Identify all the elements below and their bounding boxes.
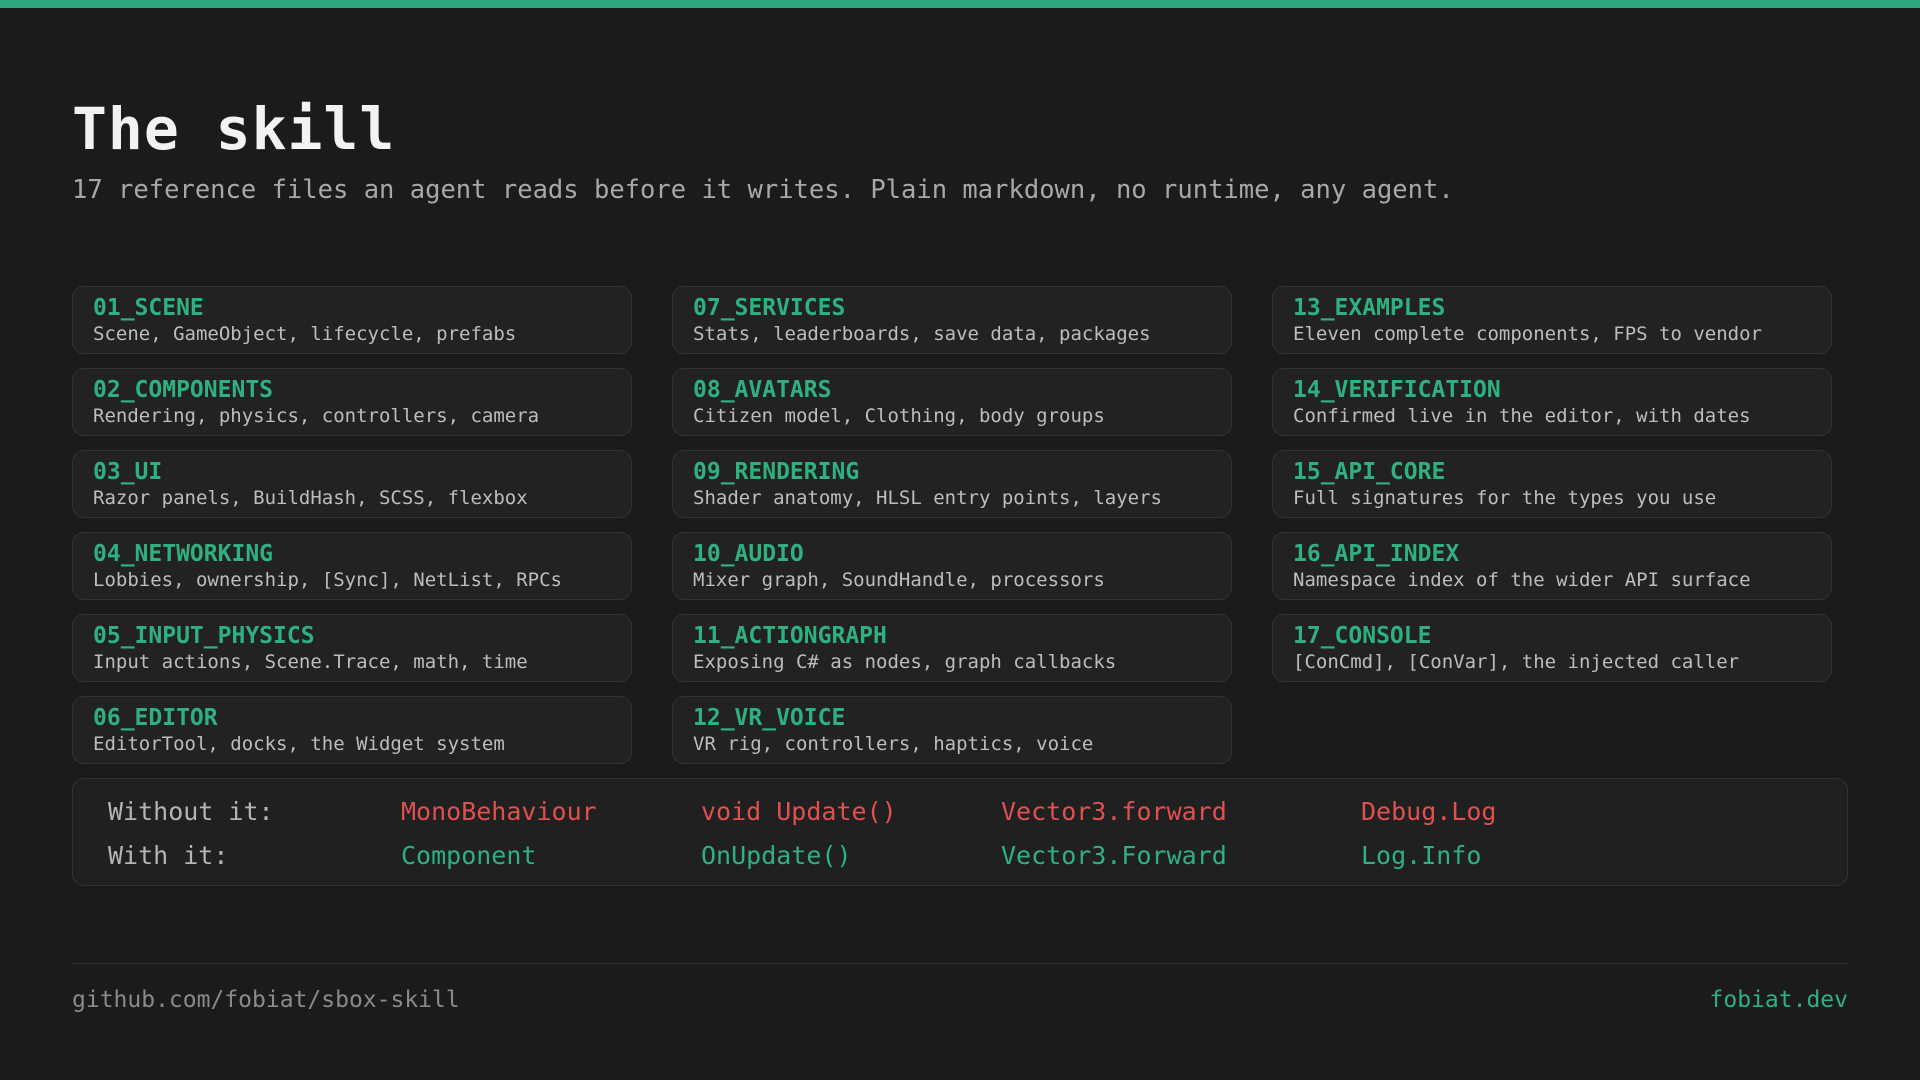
file-description: Confirmed live in the editor, with dates [1293, 405, 1751, 427]
file-description: Lobbies, ownership, [Sync], NetList, RPC… [93, 569, 562, 591]
reference-file-grid: 01_SCENE Scene, GameObject, lifecycle, p… [72, 286, 1832, 764]
file-card-14-verification: 14_VERIFICATION Confirmed live in the ed… [1272, 368, 1832, 436]
with-term: OnUpdate() [701, 841, 852, 870]
comparison-row-with: With it: Component OnUpdate() Vector3.Fo… [73, 839, 1847, 873]
file-card-03-ui: 03_UI Razor panels, BuildHash, SCSS, fle… [72, 450, 632, 518]
without-term: Debug.Log [1361, 797, 1497, 826]
file-description: Eleven complete components, FPS to vendo… [1293, 323, 1762, 345]
with-term: Log.Info [1361, 841, 1482, 870]
file-description: Scene, GameObject, lifecycle, prefabs [93, 323, 517, 345]
file-card-10-audio: 10_AUDIO Mixer graph, SoundHandle, proce… [672, 532, 1232, 600]
with-term: Vector3.Forward [1001, 841, 1227, 870]
file-name: 06_EDITOR [93, 705, 218, 731]
file-card-05-input-physics: 05_INPUT_PHYSICS Input actions, Scene.Tr… [72, 614, 632, 682]
file-name: 15_API_CORE [1293, 459, 1446, 485]
file-name: 13_EXAMPLES [1293, 295, 1446, 321]
file-description: Exposing C# as nodes, graph callbacks [693, 651, 1117, 673]
file-card-12-vr-voice: 12_VR_VOICE VR rig, controllers, haptics… [672, 696, 1232, 764]
file-description: Rendering, physics, controllers, camera [93, 405, 540, 427]
file-card-06-editor: 06_EDITOR EditorTool, docks, the Widget … [72, 696, 632, 764]
file-description: VR rig, controllers, haptics, voice [693, 733, 1094, 755]
file-name: 09_RENDERING [693, 459, 860, 485]
file-card-11-actiongraph: 11_ACTIONGRAPH Exposing C# as nodes, gra… [672, 614, 1232, 682]
file-card-08-avatars: 08_AVATARS Citizen model, Clothing, body… [672, 368, 1232, 436]
file-description: Full signatures for the types you use [1293, 487, 1717, 509]
file-card-09-rendering: 09_RENDERING Shader anatomy, HLSL entry … [672, 450, 1232, 518]
without-term: Vector3.forward [1001, 797, 1227, 826]
file-name: 01_SCENE [93, 295, 204, 321]
file-name: 17_CONSOLE [1293, 623, 1432, 649]
page-subtitle: 17 reference files an agent reads before… [72, 175, 1454, 205]
footer-divider [72, 963, 1848, 964]
without-label: Without it: [108, 797, 274, 826]
file-name: 05_INPUT_PHYSICS [93, 623, 315, 649]
file-card-01-scene: 01_SCENE Scene, GameObject, lifecycle, p… [72, 286, 632, 354]
comparison-panel: Without it: MonoBehaviour void Update() … [72, 778, 1848, 886]
file-name: 03_UI [93, 459, 163, 485]
file-name: 14_VERIFICATION [1293, 377, 1501, 403]
file-description: EditorTool, docks, the Widget system [93, 733, 505, 755]
file-card-02-components: 02_COMPONENTS Rendering, physics, contro… [72, 368, 632, 436]
repo-link[interactable]: github.com/fobiat/sbox-skill [72, 984, 460, 1016]
file-description: Razor panels, BuildHash, SCSS, flexbox [93, 487, 528, 509]
file-card-15-api-core: 15_API_CORE Full signatures for the type… [1272, 450, 1832, 518]
file-name: 16_API_INDEX [1293, 541, 1460, 567]
file-name: 10_AUDIO [693, 541, 804, 567]
file-card-17-console: 17_CONSOLE [ConCmd], [ConVar], the injec… [1272, 614, 1832, 682]
file-name: 07_SERVICES [693, 295, 846, 321]
file-name: 12_VR_VOICE [693, 705, 846, 731]
file-card-04-networking: 04_NETWORKING Lobbies, ownership, [Sync]… [72, 532, 632, 600]
file-card-13-examples: 13_EXAMPLES Eleven complete components, … [1272, 286, 1832, 354]
file-name: 08_AVATARS [693, 377, 832, 403]
comparison-row-without: Without it: MonoBehaviour void Update() … [73, 795, 1847, 829]
file-card-07-services: 07_SERVICES Stats, leaderboards, save da… [672, 286, 1232, 354]
file-name: 02_COMPONENTS [93, 377, 274, 403]
top-accent-bar [0, 0, 1920, 8]
file-description: Mixer graph, SoundHandle, processors [693, 569, 1105, 591]
with-label: With it: [108, 841, 229, 870]
file-description: Stats, leaderboards, save data, packages [693, 323, 1151, 345]
site-link[interactable]: fobiat.dev [1710, 984, 1848, 1016]
file-description: Namespace index of the wider API surface [1293, 569, 1751, 591]
page-title: The skill [72, 95, 396, 163]
file-name: 04_NETWORKING [93, 541, 274, 567]
file-card-16-api-index: 16_API_INDEX Namespace index of the wide… [1272, 532, 1832, 600]
file-name: 11_ACTIONGRAPH [693, 623, 887, 649]
file-description: Shader anatomy, HLSL entry points, layer… [693, 487, 1162, 509]
file-description: Citizen model, Clothing, body groups [693, 405, 1105, 427]
file-description: [ConCmd], [ConVar], the injected caller [1293, 651, 1740, 673]
with-term: Component [401, 841, 537, 870]
without-term: MonoBehaviour [401, 797, 597, 826]
file-description: Input actions, Scene.Trace, math, time [93, 651, 528, 673]
without-term: void Update() [701, 797, 897, 826]
